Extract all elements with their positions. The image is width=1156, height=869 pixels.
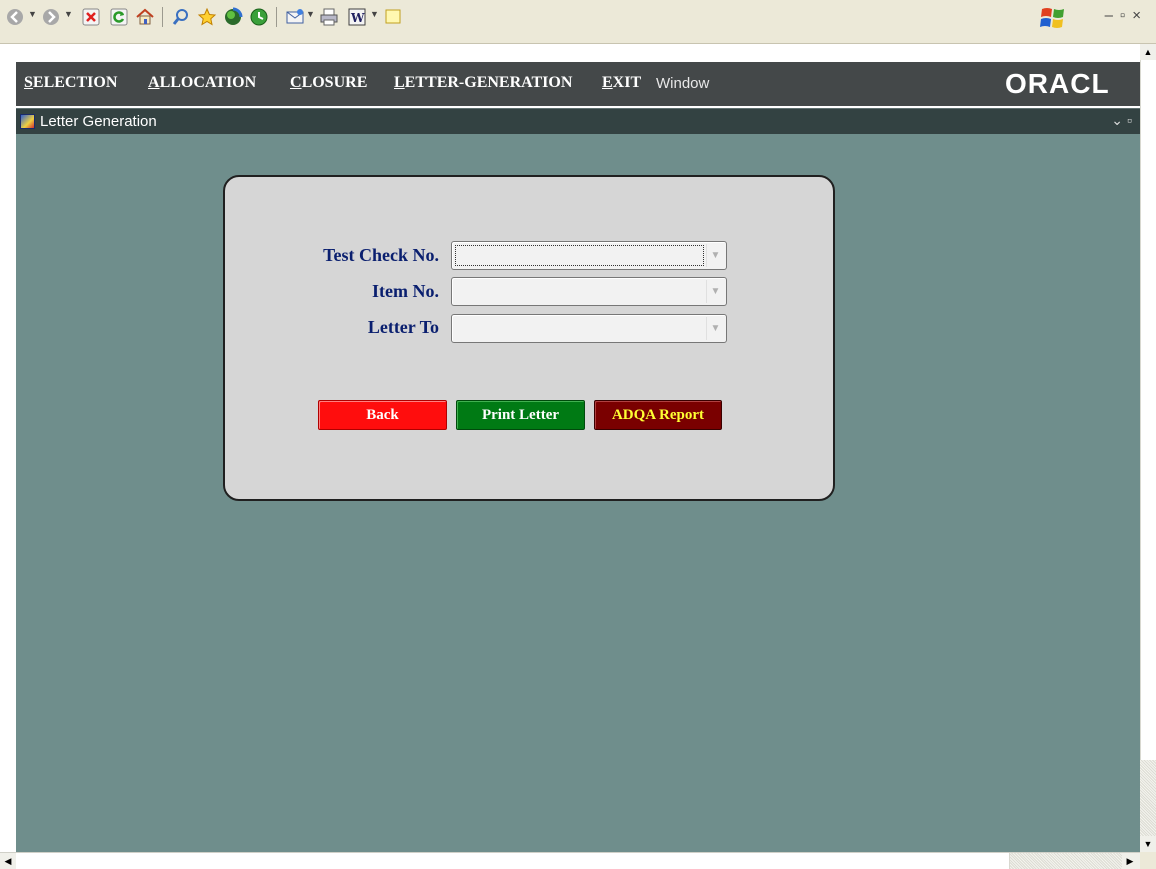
vertical-scrollbar[interactable]: ▲ ▼ xyxy=(1140,44,1156,852)
test-check-no-combo[interactable]: ▼ xyxy=(451,241,727,270)
letter-to-combo[interactable]: ▼ xyxy=(451,314,727,343)
horizontal-scroll-thumb[interactable] xyxy=(16,853,1010,869)
discuss-icon[interactable] xyxy=(382,6,404,28)
form-window-icon xyxy=(20,114,35,129)
menu-selection[interactable]: SELECTION xyxy=(24,74,117,92)
back-dropdown-icon[interactable]: ▼ xyxy=(28,9,37,19)
print-letter-button[interactable]: Print Letter xyxy=(456,400,585,430)
adqa-report-button[interactable]: ADQA Report xyxy=(594,400,722,430)
search-icon[interactable] xyxy=(170,6,192,28)
scrollbar-corner xyxy=(1140,852,1156,869)
toolbar-divider xyxy=(276,7,277,27)
scroll-right-icon[interactable]: ▶ xyxy=(1122,853,1138,869)
back-button[interactable]: Back xyxy=(318,400,447,430)
vertical-scroll-track[interactable] xyxy=(1140,760,1156,836)
home-icon[interactable] xyxy=(134,6,156,28)
letter-to-label: Letter To xyxy=(367,317,439,337)
horizontal-scrollbar[interactable]: ◀ ▶ xyxy=(0,852,1140,869)
restore-window-icon[interactable]: ▫ xyxy=(1127,112,1136,128)
letter-to-value[interactable] xyxy=(455,318,704,339)
svg-text:W: W xyxy=(350,11,365,25)
history-icon[interactable] xyxy=(248,6,270,28)
back-icon[interactable] xyxy=(4,6,26,28)
mail-icon[interactable] xyxy=(284,6,306,28)
minimize-icon[interactable]: ⌄ xyxy=(1111,112,1127,128)
refresh-icon[interactable] xyxy=(108,6,130,28)
window-title-buttons: ⌄▫ xyxy=(1111,112,1136,129)
forward-icon[interactable] xyxy=(40,6,62,28)
menu-bar: SELECTION ALLOCATION CLOSURE LETTER-GENE… xyxy=(16,62,1140,106)
scroll-down-icon[interactable]: ▼ xyxy=(1140,836,1156,852)
menu-closure[interactable]: CLOSURE xyxy=(290,74,367,92)
chevron-down-icon[interactable]: ▼ xyxy=(706,244,724,267)
print-icon[interactable] xyxy=(318,6,340,28)
edit-dropdown-icon[interactable]: ▼ xyxy=(370,9,379,19)
forms-frame: SELECTION ALLOCATION CLOSURE LETTER-GENE… xyxy=(0,44,1140,852)
restore-icon[interactable]: ▫ xyxy=(1120,7,1132,24)
mail-dropdown-icon[interactable]: ▼ xyxy=(306,9,315,19)
edit-word-icon[interactable]: W xyxy=(346,6,368,28)
menu-exit[interactable]: EXIT xyxy=(602,74,641,92)
window-title-bar: Letter Generation ⌄▫ xyxy=(16,108,1140,134)
forward-dropdown-icon[interactable]: ▼ xyxy=(64,9,73,19)
menu-letter-generation[interactable]: LETTER-GENERATION xyxy=(394,74,572,92)
media-icon[interactable] xyxy=(222,6,244,28)
close-icon[interactable]: × xyxy=(1132,7,1148,24)
browser-toolbar: ▼ ▼ ▼ W ▼ –▫× xyxy=(0,0,1156,44)
menu-allocation[interactable]: ALLOCATION xyxy=(148,74,256,92)
windows-logo-icon xyxy=(1040,6,1066,30)
scroll-left-icon[interactable]: ◀ xyxy=(0,853,16,869)
stop-icon[interactable] xyxy=(80,6,102,28)
form-canvas: Test Check No. ▼ Item No. ▼ Letter To ▼ … xyxy=(16,134,1140,852)
chevron-down-icon[interactable]: ▼ xyxy=(706,317,724,340)
test-check-no-label: Test Check No. xyxy=(323,245,439,265)
window-controls[interactable]: –▫× xyxy=(1105,7,1148,24)
test-check-no-value[interactable] xyxy=(455,245,704,266)
horizontal-scroll-track[interactable] xyxy=(1010,853,1122,869)
vertical-scroll-thumb[interactable] xyxy=(1140,60,1156,760)
chevron-down-icon[interactable]: ▼ xyxy=(706,280,724,303)
menu-window[interactable]: Window xyxy=(656,75,709,92)
favorites-icon[interactable] xyxy=(196,6,218,28)
scroll-up-icon[interactable]: ▲ xyxy=(1140,44,1156,60)
window-title: Letter Generation xyxy=(40,113,157,130)
item-no-label: Item No. xyxy=(372,281,439,301)
item-no-value[interactable] xyxy=(455,281,704,302)
letter-generation-panel: Test Check No. ▼ Item No. ▼ Letter To ▼ … xyxy=(223,175,835,501)
oracle-logo: ORACL xyxy=(1005,68,1110,99)
item-no-combo[interactable]: ▼ xyxy=(451,277,727,306)
toolbar-divider xyxy=(162,7,163,27)
